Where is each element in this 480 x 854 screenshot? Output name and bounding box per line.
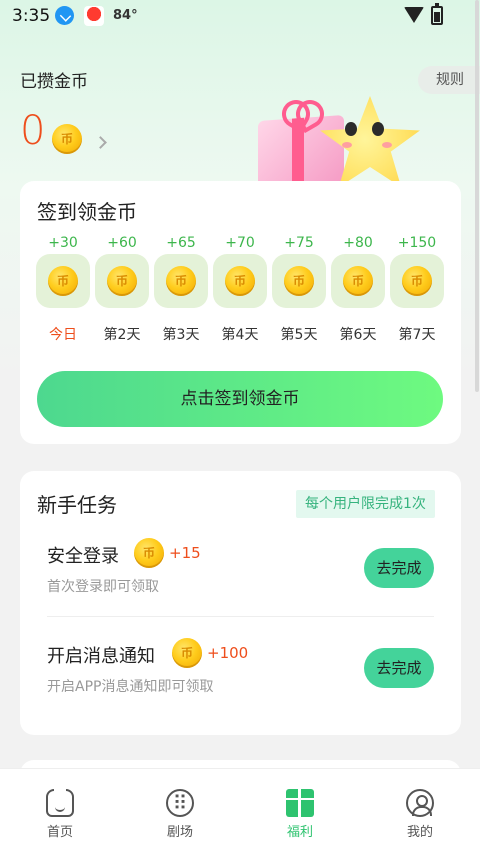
checkin-title: 签到领金币 xyxy=(37,200,137,224)
day-label: 今日 xyxy=(49,327,77,343)
download-icon xyxy=(55,6,74,25)
status-bar: 3:35 84° xyxy=(0,0,480,34)
divider xyxy=(47,616,434,617)
checkin-days: +30 今日 +60 第2天 +65 第3天 +70 第4天 +75 第5天 +… xyxy=(36,233,446,353)
day-reward: +65 xyxy=(166,235,196,251)
coin-icon xyxy=(48,266,78,296)
status-temperature: 84° xyxy=(113,8,138,23)
day-reward: +75 xyxy=(284,235,314,251)
nav-label: 福利 xyxy=(286,825,313,840)
day-label: 第4天 xyxy=(221,327,259,343)
profile-icon xyxy=(406,789,434,817)
nav-item-theater[interactable]: 剧场 xyxy=(120,769,240,854)
nav-label: 剧场 xyxy=(166,825,193,840)
day-label: 第3天 xyxy=(162,327,200,343)
coin-icon xyxy=(284,266,314,296)
coin-icon xyxy=(172,638,202,668)
task-item: 安全登录 +15 首次登录即可领取 去完成 xyxy=(20,538,461,642)
home-icon xyxy=(46,789,74,817)
chevron-right-icon[interactable] xyxy=(94,136,107,149)
coin-icon xyxy=(134,538,164,568)
go-complete-button[interactable]: 去完成 xyxy=(364,548,434,588)
checkin-day-6[interactable]: +80 第6天 xyxy=(331,233,385,344)
checkin-day-7[interactable]: +150 第7天 xyxy=(390,233,444,344)
wifi-icon xyxy=(404,7,424,23)
mascot-blush xyxy=(382,142,392,148)
coins-label: 已攒金币 xyxy=(20,72,88,92)
rules-button[interactable]: 规则 xyxy=(418,66,480,94)
limit-badge: 每个用户限完成1次 xyxy=(296,490,435,518)
coin-icon xyxy=(343,266,373,296)
task-reward: +15 xyxy=(169,544,201,562)
checkin-day-1[interactable]: +30 今日 xyxy=(36,233,90,344)
theater-icon xyxy=(166,789,194,817)
nav-label: 我的 xyxy=(406,825,433,840)
bottom-nav: 首页 剧场 福利 我的 xyxy=(0,768,480,854)
checkin-button[interactable]: 点击签到领金币 xyxy=(37,371,443,427)
task-reward: +100 xyxy=(207,644,249,662)
checkin-day-5[interactable]: +75 第5天 xyxy=(272,233,326,344)
mascot-eye xyxy=(372,122,384,136)
mascot-eye xyxy=(345,122,357,136)
scrollbar[interactable] xyxy=(475,0,479,392)
day-reward: +150 xyxy=(397,235,437,251)
coin-count[interactable]: 0 xyxy=(20,108,45,154)
nav-item-home[interactable]: 首页 xyxy=(0,769,120,854)
day-reward: +60 xyxy=(107,235,137,251)
go-complete-button[interactable]: 去完成 xyxy=(364,648,434,688)
day-label: 第6天 xyxy=(339,327,377,343)
checkin-card: 签到领金币 +30 今日 +60 第2天 +65 第3天 +70 第4天 +75… xyxy=(20,181,461,444)
nav-item-welfare[interactable]: 福利 xyxy=(240,769,360,854)
checkin-day-2[interactable]: +60 第2天 xyxy=(95,233,149,344)
checkin-day-3[interactable]: +65 第3天 xyxy=(154,233,208,344)
nav-item-profile[interactable]: 我的 xyxy=(360,769,480,854)
gift-bow-illustration xyxy=(282,100,324,124)
tasks-title: 新手任务 xyxy=(37,493,117,517)
gift-icon xyxy=(286,789,314,817)
newbie-tasks-card: 新手任务 每个用户限完成1次 安全登录 +15 首次登录即可领取 去完成 开启消… xyxy=(20,471,461,735)
day-label: 第2天 xyxy=(103,327,141,343)
status-time: 3:35 xyxy=(12,6,51,26)
task-item: 开启消息通知 +100 开启APP消息通知即可领取 去完成 xyxy=(20,638,461,742)
task-title: 开启消息通知 xyxy=(47,646,155,667)
battery-icon xyxy=(431,3,443,25)
nav-label: 首页 xyxy=(46,825,73,840)
app-notification-icon xyxy=(84,6,104,26)
task-desc: 首次登录即可领取 xyxy=(47,579,159,595)
day-reward: +70 xyxy=(225,235,255,251)
task-desc: 开启APP消息通知即可领取 xyxy=(47,679,214,695)
coin-icon xyxy=(225,266,255,296)
mascot-blush xyxy=(342,142,352,148)
coin-icon xyxy=(402,266,432,296)
day-label: 第5天 xyxy=(280,327,318,343)
coin-icon xyxy=(52,124,82,154)
day-label: 第7天 xyxy=(398,327,436,343)
checkin-day-4[interactable]: +70 第4天 xyxy=(213,233,267,344)
task-title: 安全登录 xyxy=(47,546,119,567)
coin-icon xyxy=(107,266,137,296)
day-reward: +30 xyxy=(48,235,78,251)
coin-icon xyxy=(166,266,196,296)
day-reward: +80 xyxy=(343,235,373,251)
